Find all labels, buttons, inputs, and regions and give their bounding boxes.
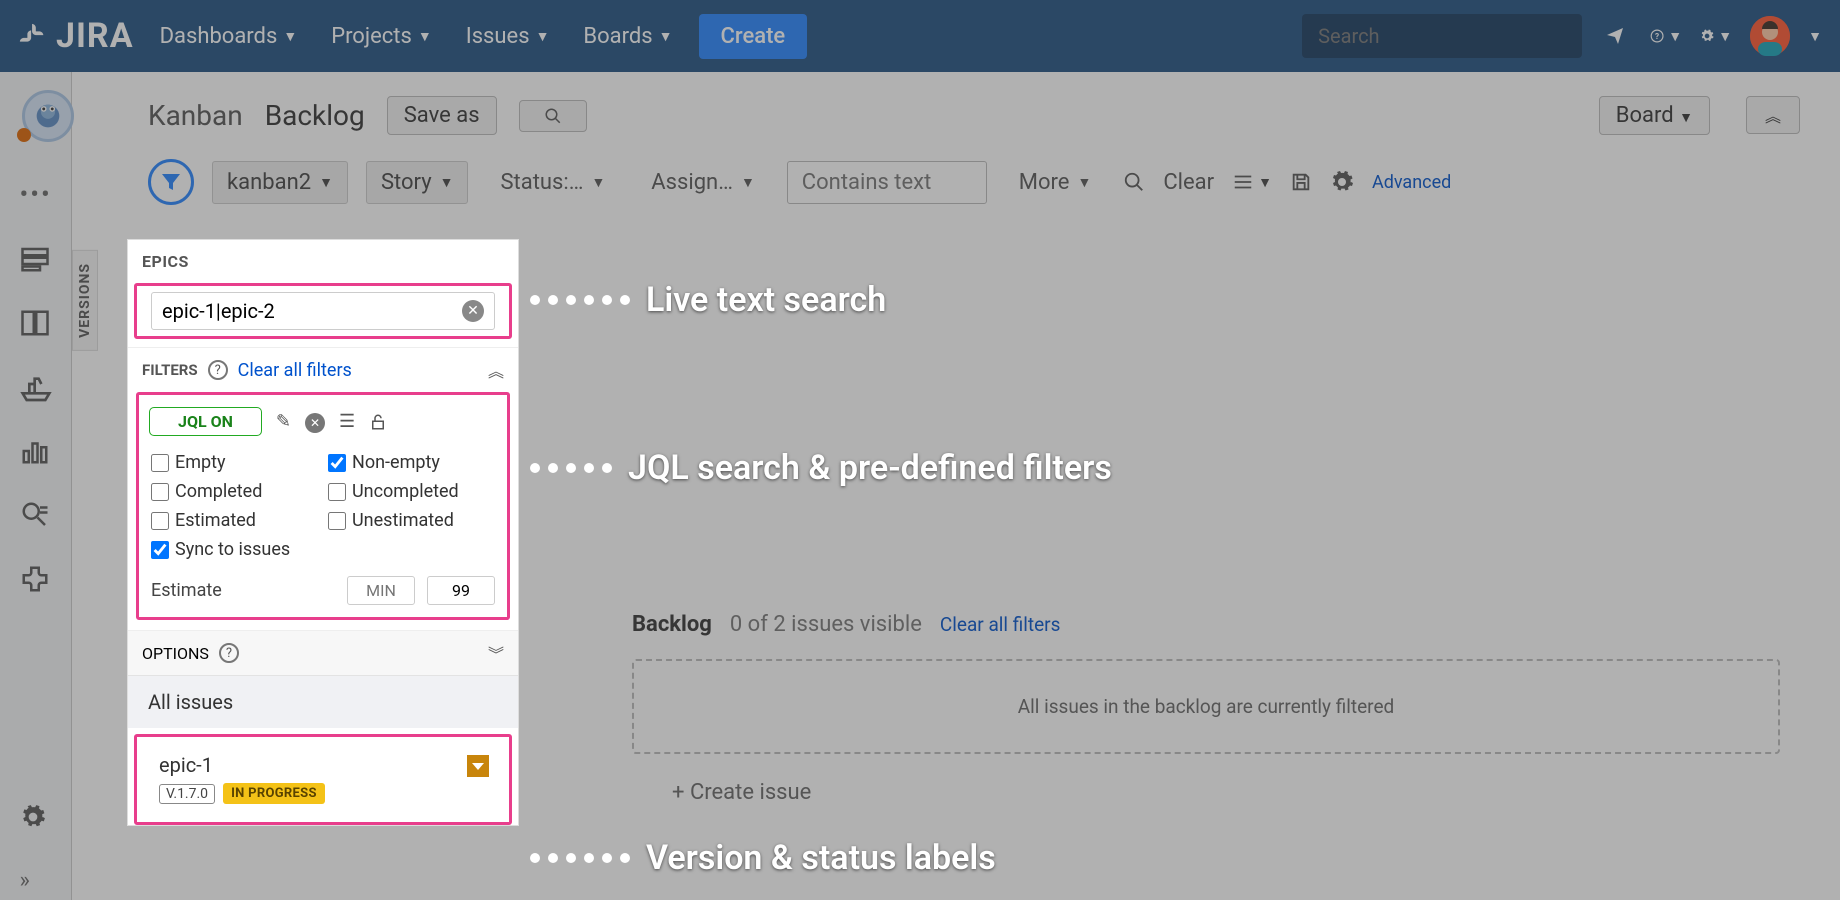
- version-badge: V.1.7.0: [159, 784, 215, 804]
- filter-more-chip[interactable]: More▼: [1005, 162, 1106, 203]
- options-help-icon[interactable]: ?: [219, 643, 239, 663]
- funnel-icon[interactable]: [148, 159, 194, 205]
- menu-icon[interactable]: ☰: [339, 411, 355, 432]
- filters-header: FILTERS ? Clear all filters ︽: [128, 347, 518, 392]
- epics-search[interactable]: ✕: [151, 292, 495, 330]
- nav-dashboards[interactable]: Dashboards▼: [152, 18, 306, 55]
- jql-toggle-button[interactable]: JQL ON: [149, 407, 262, 436]
- cb-estimated[interactable]: Estimated: [151, 510, 318, 531]
- unlock-icon[interactable]: [369, 413, 387, 431]
- backlog-clear-filters[interactable]: Clear all filters: [940, 613, 1061, 636]
- advanced-link[interactable]: Advanced: [1372, 172, 1451, 193]
- filter-gear-icon[interactable]: [1330, 170, 1354, 194]
- filter-status-chip[interactable]: Status:…▼: [486, 162, 619, 203]
- filter-assignee-chip[interactable]: Assign…▼: [637, 162, 769, 203]
- versions-tab[interactable]: VERSIONS: [72, 250, 98, 351]
- help-icon[interactable]: ?▼: [1650, 20, 1682, 52]
- cb-empty[interactable]: Empty: [151, 452, 318, 473]
- svg-text:?: ?: [1655, 32, 1659, 42]
- rail-search-settings-icon[interactable]: [20, 500, 52, 532]
- feedback-icon[interactable]: [1600, 20, 1632, 52]
- top-nav: JIRA Dashboards▼ Projects▼ Issues▼ Board…: [0, 0, 1840, 72]
- cb-unestimated[interactable]: Unestimated: [328, 510, 495, 531]
- backlog-title: Backlog: [632, 612, 712, 637]
- epic-color-swatch[interactable]: [467, 755, 489, 777]
- filters-collapse-icon[interactable]: ︽: [488, 358, 504, 382]
- backlog-empty-zone: All issues in the backlog are currently …: [632, 659, 1780, 754]
- create-button[interactable]: Create: [699, 14, 808, 59]
- filter-save-icon[interactable]: [1290, 171, 1312, 193]
- jira-logo[interactable]: JIRA: [18, 16, 134, 56]
- global-search[interactable]: [1302, 14, 1582, 58]
- cb-sync[interactable]: Sync to issues: [151, 539, 495, 560]
- clear-all-filters-link[interactable]: Clear all filters: [238, 360, 352, 381]
- filter-type-chip[interactable]: Story▼: [366, 161, 469, 204]
- nav-projects[interactable]: Projects▼: [323, 18, 440, 55]
- status-badge: IN PROGRESS: [223, 783, 325, 804]
- collapse-double-up-button[interactable]: ︽: [1746, 96, 1800, 134]
- epic-name: epic-1: [159, 753, 487, 777]
- user-avatar[interactable]: [1750, 16, 1790, 56]
- rail-backlog-icon[interactable]: [20, 244, 52, 276]
- estimate-max-input[interactable]: [427, 576, 495, 605]
- all-issues-row[interactable]: All issues: [128, 675, 518, 728]
- filters-body: JQL ON ✎ ✕ ☰ Empty Non-empty Completed U…: [136, 392, 510, 620]
- annotation-labels: Version & status labels: [530, 838, 996, 878]
- cb-nonempty[interactable]: Non-empty: [328, 452, 495, 473]
- filter-clear-link[interactable]: Clear: [1163, 170, 1214, 195]
- backlog-section: Backlog 0 of 2 issues visible Clear all …: [632, 612, 1780, 805]
- save-as-button[interactable]: Save as: [387, 96, 497, 135]
- clear-search-icon[interactable]: ✕: [462, 300, 484, 322]
- rail-ship-icon[interactable]: [20, 372, 52, 404]
- estimate-label: Estimate: [151, 580, 222, 601]
- filter-project-chip[interactable]: kanban2▼: [212, 161, 348, 204]
- rail-expand-icon[interactable]: »: [20, 868, 52, 900]
- project-avatar[interactable]: [22, 90, 74, 142]
- options-title: OPTIONS: [142, 644, 209, 663]
- rail-board-icon[interactable]: [20, 308, 52, 340]
- backlog-count: 0 of 2 issues visible: [730, 612, 922, 637]
- options-expand-icon[interactable]: ︾: [488, 641, 504, 665]
- epics-panel: EPICS ✕ FILTERS ? Clear all filters ︽ JQ…: [128, 240, 518, 825]
- annotation-jql: JQL search & pre-defined filters: [530, 448, 1112, 488]
- global-search-input[interactable]: [1318, 24, 1572, 48]
- rail-config-icon[interactable]: [20, 804, 52, 836]
- remove-icon[interactable]: ✕: [305, 411, 325, 433]
- filters-title: FILTERS: [142, 361, 198, 379]
- breadcrumb-project[interactable]: Kanban: [148, 99, 243, 132]
- breadcrumb-page: Backlog: [265, 99, 365, 132]
- rail-addon-icon[interactable]: [20, 564, 52, 596]
- cb-completed[interactable]: Completed: [151, 481, 318, 502]
- board-dropdown[interactable]: Board ▼: [1599, 96, 1710, 135]
- nav-boards[interactable]: Boards▼: [575, 18, 680, 55]
- epics-header: EPICS: [128, 240, 518, 283]
- cb-uncompleted[interactable]: Uncompleted: [328, 481, 495, 502]
- edit-icon[interactable]: ✎: [276, 411, 291, 432]
- epics-search-input[interactable]: [162, 299, 462, 323]
- avatar-caret[interactable]: ▼: [1808, 28, 1822, 45]
- settings-icon[interactable]: ▼: [1700, 20, 1732, 52]
- options-header: OPTIONS ? ︾: [128, 630, 518, 675]
- left-rail: ••• »: [0, 72, 72, 900]
- page-header: Kanban Backlog Save as: [108, 96, 1804, 135]
- nav-issues[interactable]: Issues▼: [458, 18, 558, 55]
- annotation-live-text: Live text search: [530, 280, 886, 320]
- rail-more-icon[interactable]: •••: [20, 180, 52, 212]
- filter-text-input[interactable]: [787, 161, 987, 204]
- jira-icon: [18, 21, 48, 51]
- rail-reports-icon[interactable]: [20, 436, 52, 468]
- epic-item-1[interactable]: epic-1 V.1.7.0 IN PROGRESS: [143, 743, 503, 816]
- filter-list-icon[interactable]: ▼: [1232, 171, 1272, 193]
- create-issue-link[interactable]: + Create issue: [632, 780, 1780, 805]
- estimate-min-input[interactable]: [347, 576, 415, 605]
- filter-search-icon[interactable]: [1123, 171, 1145, 193]
- filters-help-icon[interactable]: ?: [208, 360, 228, 380]
- header-search-button[interactable]: [519, 100, 587, 132]
- brand-text: JIRA: [56, 16, 134, 56]
- filter-bar: kanban2▼ Story▼ Status:…▼ Assign…▼ More▼…: [108, 159, 1804, 205]
